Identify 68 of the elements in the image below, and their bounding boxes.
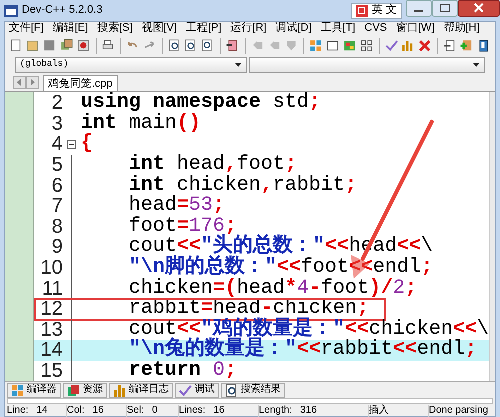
line-number: 13 [40, 320, 63, 340]
status-value: 16 [92, 405, 104, 417]
menu-item[interactable]: 帮助[H] [444, 22, 480, 35]
line-number: 5 [50, 155, 63, 176]
line-number: 7 [50, 196, 63, 216]
line-number: 4 [50, 134, 63, 154]
minimize-button[interactable] [406, 0, 432, 17]
window-title: Dev-C++ 5.2.0.3 [22, 3, 103, 18]
find-icon [225, 384, 238, 396]
code-line: return 0; [128, 361, 238, 381]
line-number: 6 [50, 176, 63, 196]
status-label: Line: [7, 405, 29, 417]
menu-item[interactable]: 编辑[E] [52, 22, 88, 35]
menu-item[interactable]: 运行[R] [230, 22, 267, 35]
menu-item[interactable]: 搜索[S] [97, 22, 133, 35]
status-label: Col: [67, 405, 85, 417]
dropdown-arrow-icon [473, 63, 480, 67]
status-value: 14 [36, 405, 48, 417]
maximize-button[interactable] [432, 0, 458, 17]
tab-scroll-buttons[interactable] [13, 76, 39, 89]
line-number: 2 [50, 93, 63, 114]
line-number: 9 [50, 237, 63, 258]
panel-tab[interactable]: 调试 [175, 382, 219, 398]
panel-tab[interactable]: 资源 [63, 382, 107, 398]
panel-tab[interactable]: 编译日志 [109, 382, 173, 398]
line-number: 3 [50, 114, 63, 134]
panel-tab[interactable]: 搜索结果 [221, 382, 285, 398]
panel-tab[interactable]: 编译器 [7, 382, 61, 398]
line-number: 15 [40, 361, 63, 381]
code-line: int chicken,rabbit; [128, 176, 358, 196]
code-line: int main() [80, 114, 202, 134]
menu-item[interactable]: 工具[T] [320, 22, 356, 35]
status-value: 16 [214, 405, 225, 417]
menu-item[interactable]: 调试[D] [276, 22, 312, 35]
dropdown-arrow-icon [235, 63, 242, 67]
status-value: 0 [152, 405, 158, 417]
fold-toggle-icon[interactable] [66, 140, 76, 149]
status-label: Length: [259, 405, 292, 417]
status-value: 316 [300, 405, 318, 417]
file-tab[interactable]: 鸡兔同笼.cpp [43, 75, 118, 91]
status-value: 插入 [369, 405, 389, 417]
checkmark-icon [179, 384, 192, 396]
dropdown-value: (globals) [20, 58, 69, 72]
status-value: Done parsing [429, 405, 488, 417]
line-number: 12 [40, 299, 63, 320]
files-icon [67, 384, 80, 396]
menu-item[interactable]: 工程[P] [186, 22, 222, 35]
menu-item[interactable]: 窗口[W] [396, 22, 435, 35]
bar-chart-icon [113, 384, 126, 396]
grid-icon [11, 384, 24, 396]
line-number: 10 [40, 258, 63, 278]
code-line: { [80, 134, 94, 154]
app-icon [4, 4, 18, 16]
menu-item[interactable]: 视图[V] [142, 22, 178, 35]
line-number: 11 [41, 278, 63, 299]
close-button[interactable] [458, 0, 500, 17]
status-label: Lines: [179, 405, 206, 417]
ime-icon[interactable] [356, 4, 368, 16]
code-line: int head,foot; [128, 155, 298, 176]
code-line: chicken=(head*4-foot)/2; [128, 278, 418, 299]
menu-item[interactable]: CVS [364, 22, 388, 35]
line-number: 14 [40, 340, 63, 360]
menu-item[interactable]: 文件[F] [9, 22, 44, 35]
scope-dropdown[interactable]: (globals) [15, 57, 247, 73]
line-number: 8 [50, 216, 63, 237]
code-line: using namespace std; [80, 93, 322, 114]
code-line: head=53; [128, 196, 226, 216]
status-label: Sel: [127, 405, 144, 417]
